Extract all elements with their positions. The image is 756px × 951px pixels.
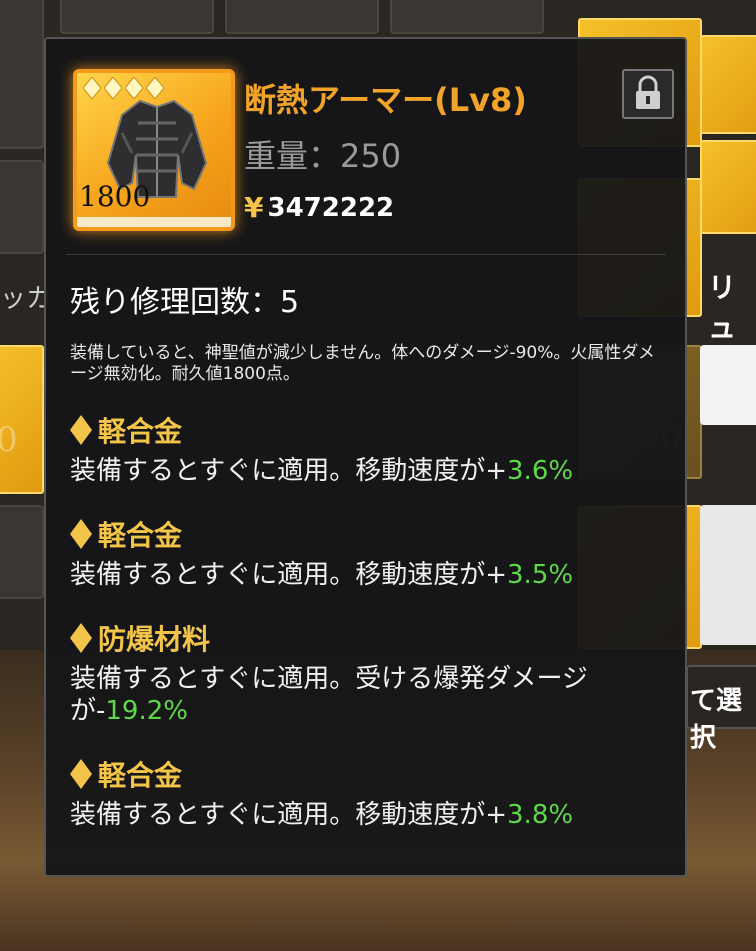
effect-value: 3.8% [507, 800, 574, 830]
effect-title: 軽合金 [70, 411, 670, 449]
effect-title: 軽合金 [70, 755, 670, 793]
effect-title: 軽合金 [70, 515, 670, 553]
effect-entry: 軽合金 装備するとすぐに適用。移動速度が+3.6% [70, 411, 670, 487]
inventory-slot[interactable] [225, 0, 379, 34]
repair-count: 残り修理回数：5 [70, 285, 300, 320]
effect-text: 装備するとすぐに適用。移動速度が+ [70, 560, 508, 590]
effect-entry: 防爆材料 装備するとすぐに適用。受ける爆発ダメージが-19.2% [70, 619, 670, 727]
inventory-slot-gold[interactable] [700, 140, 756, 234]
divider [66, 254, 666, 255]
slot-durability: 0 [0, 420, 18, 460]
diamond-icon [70, 623, 92, 653]
item-durability: 1800 [79, 180, 151, 213]
effect-title-text: 軽合金 [98, 519, 183, 552]
effect-description: 装備するとすぐに適用。移動速度が+3.6% [70, 455, 660, 487]
item-tooltip-panel: 1800 断熱アーマー(Lv8) 重量：250 ¥ 3472222 残り修理回数… [44, 37, 687, 877]
effect-value: 3.6% [507, 456, 574, 486]
effect-description: 装備するとすぐに適用。受ける爆発ダメージが-19.2% [70, 663, 660, 727]
effect-entry: 軽合金 装備するとすぐに適用。移動速度が+3.8% [70, 755, 670, 831]
price-value: 3472222 [267, 192, 395, 223]
lock-icon [636, 75, 660, 109]
lock-button[interactable] [622, 69, 674, 119]
side-button[interactable] [700, 345, 756, 425]
diamond-icon [70, 415, 92, 445]
effect-text: 装備するとすぐに適用。移動速度が+ [70, 456, 508, 486]
effect-value: 19.2% [105, 696, 188, 726]
effect-title-text: 防爆材料 [98, 623, 211, 656]
item-name: 断熱アーマー(Lv8) [244, 81, 527, 119]
effect-value: 3.5% [507, 560, 574, 590]
effect-description: 装備するとすぐに適用。移動速度が+3.5% [70, 559, 660, 591]
effect-title: 防爆材料 [70, 619, 670, 657]
effect-text: 装備するとすぐに適用。移動速度が+ [70, 800, 508, 830]
inventory-slot[interactable] [0, 0, 44, 149]
effect-description: 装備するとすぐに適用。移動速度が+3.8% [70, 799, 660, 831]
effect-entry: 軽合金 装備するとすぐに適用。移動速度が+3.5% [70, 515, 670, 591]
item-price: ¥ 3472222 [244, 191, 394, 224]
inventory-slot[interactable] [0, 505, 44, 599]
inventory-slot[interactable] [0, 160, 44, 254]
select-button-label: て選択 [690, 686, 743, 753]
diamond-icon [83, 77, 101, 99]
effect-title-text: 軽合金 [98, 415, 183, 448]
inventory-slot[interactable] [390, 0, 544, 34]
diamond-icon [70, 519, 92, 549]
item-weight: 重量：250 [244, 137, 402, 175]
inventory-slot[interactable] [60, 0, 214, 34]
item-description: 装備していると、神聖値が減少しません。体へのダメージ-90%。火属性ダメージ無効… [70, 343, 655, 384]
item-icon-frame: 1800 [73, 69, 235, 231]
yen-icon: ¥ [244, 191, 264, 224]
side-button[interactable] [700, 505, 756, 645]
durability-bar [77, 217, 231, 227]
effect-title-text: 軽合金 [98, 759, 183, 792]
side-label: リュ [708, 271, 737, 344]
diamond-icon [70, 759, 92, 789]
inventory-slot-gold[interactable] [700, 35, 756, 134]
